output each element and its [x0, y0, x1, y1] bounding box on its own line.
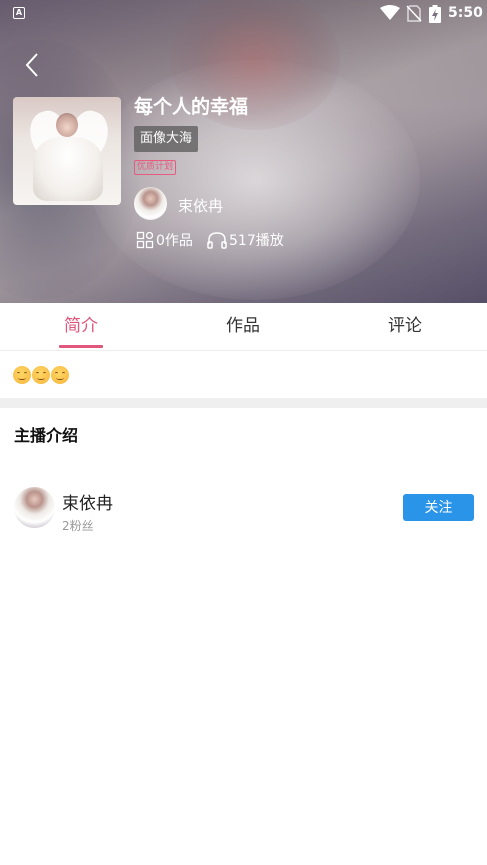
album-title: 每个人的幸福: [134, 96, 249, 118]
status-time: 5:50: [448, 5, 483, 21]
status-bar: A 5:50: [0, 0, 487, 28]
author-avatar[interactable]: [134, 187, 167, 220]
chevron-left-icon[interactable]: [22, 50, 46, 80]
album-cover: [13, 97, 121, 205]
tab-intro[interactable]: 简介: [0, 303, 162, 351]
intro-text: [13, 366, 69, 386]
quality-badge: 优质计划: [134, 160, 177, 175]
smile-emoji-icon: [32, 366, 50, 384]
a-icon: A: [13, 7, 25, 19]
battery-charging-icon: [429, 5, 441, 23]
tab-comments[interactable]: 评论: [324, 303, 486, 351]
no-sim-icon: [406, 5, 422, 22]
plays-count: 517播放: [229, 233, 284, 249]
smile-emoji-icon: [51, 366, 69, 384]
category-tag[interactable]: 面像大海: [134, 126, 199, 152]
host-name[interactable]: 束依冉: [62, 489, 113, 514]
active-tab-indicator: [59, 345, 103, 348]
follow-button[interactable]: 关注: [403, 494, 474, 521]
headphones-icon: [207, 232, 227, 249]
host-section-title: 主播介绍: [14, 426, 79, 445]
works-icon: [136, 231, 154, 249]
wifi-icon: [380, 5, 400, 20]
plays-stat: 517播放: [207, 230, 284, 250]
smile-emoji-icon: [13, 366, 31, 384]
works-count: 0作品: [156, 233, 193, 249]
host-fans-count: 2粉丝: [62, 519, 94, 533]
tab-bar: 简介 作品 评论: [0, 303, 487, 351]
tab-works[interactable]: 作品: [162, 303, 324, 351]
works-stat: 0作品: [136, 230, 193, 250]
host-avatar[interactable]: [14, 487, 55, 528]
author-name[interactable]: 束依冉: [178, 195, 223, 216]
section-divider: [0, 398, 487, 408]
album-detail-page: A 5:50 每个人的幸福 面像大海 优质计划 束依冉 0作品 517播放 简介…: [0, 0, 487, 865]
